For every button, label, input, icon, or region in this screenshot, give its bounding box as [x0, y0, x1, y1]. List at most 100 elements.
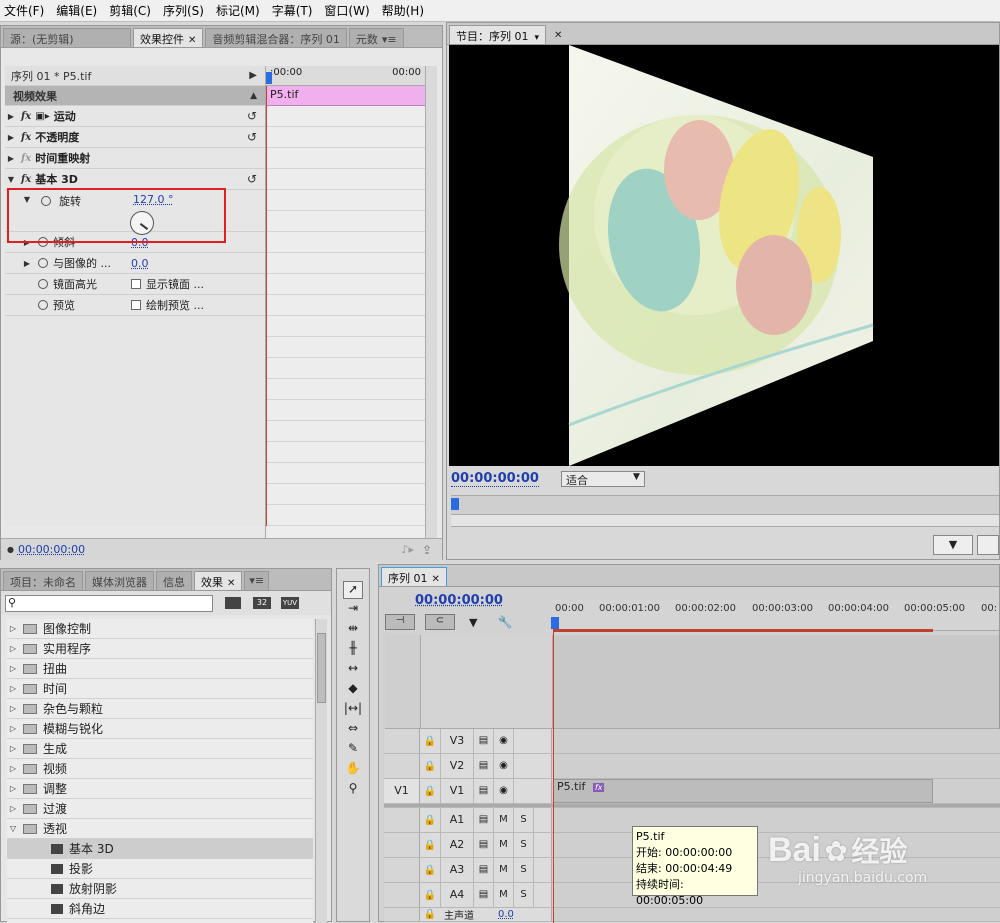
- track-master[interactable]: 🔒 主声道 0.0: [384, 908, 1000, 922]
- distance-value[interactable]: 0.0: [131, 257, 149, 270]
- close-icon[interactable]: ✕: [227, 578, 235, 589]
- tab-effect-controls[interactable]: 效果控件 ✕: [133, 28, 204, 47]
- play-arrow-icon[interactable]: ▶: [249, 70, 257, 81]
- track-label[interactable]: V2: [440, 754, 474, 778]
- tab-metadata[interactable]: 元数 ▾≡: [348, 28, 404, 47]
- sync-icon[interactable]: ▤: [474, 808, 494, 832]
- track-label[interactable]: A4: [440, 883, 474, 907]
- zoom-icon[interactable]: ⚲: [343, 781, 363, 799]
- eye-icon[interactable]: ◉: [494, 729, 514, 753]
- effect-timecode[interactable]: 00:00:00:00: [18, 543, 85, 556]
- track-label[interactable]: A2: [440, 833, 474, 857]
- track-label[interactable]: A3: [440, 858, 474, 882]
- dropdown-icon[interactable]: ▾: [535, 33, 540, 43]
- effect-basic-3d[interactable]: ▼ fx 基本 3D ↺: [5, 169, 265, 190]
- lock-icon[interactable]: 🔒: [420, 890, 440, 901]
- playhead-handle[interactable]: [551, 617, 559, 629]
- tab-audio-mixer[interactable]: 音频剪辑混合器：序列 01: [205, 28, 347, 47]
- effect-item[interactable]: 斜角边: [7, 899, 313, 919]
- program-zoom-bar[interactable]: [451, 515, 999, 527]
- folder-row-open[interactable]: ▽ 透视: [7, 819, 313, 839]
- lock-icon[interactable]: 🔒: [420, 840, 440, 851]
- lock-icon[interactable]: 🔒: [420, 786, 440, 797]
- reset-icon[interactable]: ↺: [247, 109, 257, 123]
- expand-icon[interactable]: ▷: [7, 684, 19, 693]
- pen-icon[interactable]: ✎: [343, 741, 363, 759]
- expand-icon[interactable]: ▷: [7, 764, 19, 773]
- tab-effects[interactable]: 效果 ✕: [194, 571, 243, 590]
- track-v1[interactable]: V1 🔒 V1 ▤ ◉ P5.tif fx: [384, 779, 1000, 804]
- expand-icon[interactable]: ▶: [5, 154, 17, 163]
- expand-icon[interactable]: ▷: [7, 744, 19, 753]
- work-area-bar[interactable]: [553, 629, 933, 632]
- menu-help[interactable]: 帮助(H): [378, 2, 428, 19]
- solo-button[interactable]: S: [514, 833, 534, 857]
- menu-title[interactable]: 字幕(T): [268, 2, 317, 19]
- folder-row[interactable]: ▷ 生成: [7, 739, 313, 759]
- expand-icon[interactable]: ▷: [7, 664, 19, 673]
- stopwatch-icon[interactable]: [38, 258, 48, 268]
- close-icon[interactable]: ✕: [550, 30, 566, 44]
- track-label[interactable]: V1: [440, 779, 474, 803]
- track-label[interactable]: V3: [440, 729, 474, 753]
- collapse-icon[interactable]: ▲: [250, 91, 257, 101]
- master-volume[interactable]: 0.0: [498, 909, 514, 920]
- tab-media-browser[interactable]: 媒体浏览器: [85, 571, 154, 590]
- mute-button[interactable]: M: [494, 858, 514, 882]
- effects-search-input[interactable]: ⚲: [5, 594, 213, 612]
- menu-file[interactable]: 文件(F): [0, 2, 48, 19]
- sync-icon[interactable]: ▤: [474, 833, 494, 857]
- rate-stretch-icon[interactable]: ↔: [343, 661, 363, 679]
- expand-icon[interactable]: ▷: [7, 644, 19, 653]
- fx-icon[interactable]: fx: [21, 174, 31, 185]
- tab-sequence[interactable]: 序列 01 ✕: [381, 567, 447, 586]
- tab-source[interactable]: 源：(无剪辑): [3, 28, 131, 47]
- folder-row[interactable]: ▷ 实用程序: [7, 639, 313, 659]
- mute-button[interactable]: M: [494, 883, 514, 907]
- eye-icon[interactable]: ◉: [494, 779, 514, 803]
- snap-in-icon[interactable]: ⊣: [385, 614, 415, 630]
- ripple-edit-icon[interactable]: ⇹: [343, 621, 363, 639]
- track-label[interactable]: A1: [440, 808, 474, 832]
- selection-tool-icon[interactable]: ➚: [343, 581, 363, 599]
- folder-row[interactable]: ▷ 视频: [7, 759, 313, 779]
- tab-program[interactable]: 节目：序列 01 ▾: [449, 25, 547, 44]
- fx-icon[interactable]: fx: [21, 111, 31, 122]
- fit-dropdown[interactable]: 适合 ▼: [560, 471, 645, 487]
- timeline-timecode[interactable]: 00:00:00:00: [415, 593, 503, 608]
- scroll-thumb[interactable]: [317, 633, 326, 703]
- marker-icon[interactable]: ▼: [469, 616, 477, 629]
- sync-icon[interactable]: ▤: [474, 754, 494, 778]
- wrench-icon[interactable]: 🔧: [497, 615, 512, 629]
- marker-button[interactable]: ▼: [933, 535, 973, 555]
- folder-row[interactable]: ▷ 图像控制: [7, 619, 313, 639]
- mute-button[interactable]: M: [494, 833, 514, 857]
- lock-icon[interactable]: 🔒: [420, 761, 440, 772]
- eye-icon[interactable]: ◉: [494, 754, 514, 778]
- effect-item-selected[interactable]: 基本 3D: [7, 839, 313, 859]
- expand-icon[interactable]: ▷: [7, 704, 19, 713]
- sync-icon[interactable]: ▤: [474, 858, 494, 882]
- stopwatch-icon[interactable]: [38, 279, 48, 289]
- lock-icon[interactable]: 🔒: [420, 736, 440, 747]
- extra-button[interactable]: [977, 535, 999, 555]
- expand-icon[interactable]: ▶: [5, 112, 17, 121]
- sync-icon[interactable]: ▤: [474, 729, 494, 753]
- export-icon[interactable]: ⇪: [422, 543, 432, 557]
- solo-button[interactable]: S: [514, 883, 534, 907]
- expand-icon[interactable]: ▷: [7, 624, 19, 633]
- razor-icon[interactable]: ◆: [343, 681, 363, 699]
- folder-row[interactable]: ▷ 过渡: [7, 799, 313, 819]
- tab-project[interactable]: 项目：未命名: [3, 571, 83, 590]
- lock-icon[interactable]: 🔒: [420, 815, 440, 826]
- track-v2[interactable]: 🔒 V2 ▤ ◉: [384, 754, 1000, 779]
- reset-icon[interactable]: ↺: [247, 130, 257, 144]
- expand-icon[interactable]: ▶: [21, 259, 33, 268]
- effect-motion[interactable]: ▶ fx ▣▸ 运动 ↺: [5, 106, 265, 127]
- timeline-ruler[interactable]: 00:00 00:00:01:00 00:00:02:00 00:00:03:0…: [551, 599, 999, 632]
- folder-row[interactable]: ▷ 调整: [7, 779, 313, 799]
- lock-icon[interactable]: 🔒: [420, 909, 440, 920]
- menu-clip[interactable]: 剪辑(C): [105, 2, 155, 19]
- accelerated-effects-icon[interactable]: [225, 597, 241, 609]
- effect-item[interactable]: 投影: [7, 859, 313, 879]
